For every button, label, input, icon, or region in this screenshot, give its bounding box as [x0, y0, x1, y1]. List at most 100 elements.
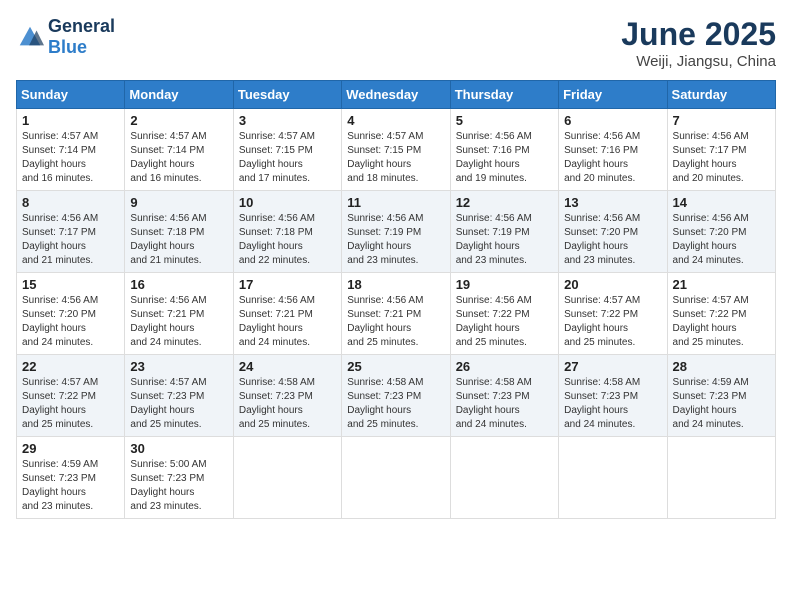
col-wednesday: Wednesday [342, 81, 450, 109]
cell-info: Sunrise: 4:57 AMSunset: 7:23 PMDaylight … [130, 376, 227, 432]
day-number: 21 [673, 277, 770, 292]
cell-info: Sunrise: 4:56 AMSunset: 7:20 PMDaylight … [22, 294, 119, 350]
table-row: 30 Sunrise: 5:00 AMSunset: 7:23 PMDayligh… [125, 437, 233, 519]
cell-info: Sunrise: 4:59 AMSunset: 7:23 PMDaylight … [22, 458, 119, 514]
table-row: 11Sunrise: 4:56 AMSunset: 7:19 PMDayligh… [342, 191, 450, 273]
day-number: 10 [239, 195, 336, 210]
day-number: 6 [564, 113, 661, 128]
table-row: 23 Sunrise: 4:57 AMSunset: 7:23 PMDayligh… [125, 355, 233, 437]
cell-info: Sunrise: 4:57 AMSunset: 7:14 PMDaylight … [22, 130, 119, 186]
logo-blue: Blue [48, 37, 87, 57]
table-row: 18 Sunrise: 4:56 AMSunset: 7:21 PMDayligh… [342, 273, 450, 355]
day-number: 15 [22, 277, 119, 292]
page-header: General Blue June 2025 Weiji, Jiangsu, C… [16, 16, 776, 70]
table-row: 28 Sunrise: 4:59 AMSunset: 7:23 PMDayligh… [667, 355, 775, 437]
table-row: 25 Sunrise: 4:58 AMSunset: 7:23 PMDayligh… [342, 355, 450, 437]
cell-info: Sunrise: 4:56 AMSunset: 7:21 PMDaylight … [239, 294, 336, 350]
logo-text: General Blue [48, 16, 115, 58]
table-row: 24 Sunrise: 4:58 AMSunset: 7:23 PMDayligh… [233, 355, 341, 437]
cell-info: Sunrise: 4:57 AMSunset: 7:22 PMDaylight … [22, 376, 119, 432]
day-number: 18 [347, 277, 444, 292]
day-number: 16 [130, 277, 227, 292]
calendar-table: Sunday Monday Tuesday Wednesday Thursday… [16, 80, 776, 519]
table-row: 17 Sunrise: 4:56 AMSunset: 7:21 PMDayligh… [233, 273, 341, 355]
table-row: 19 Sunrise: 4:56 AMSunset: 7:22 PMDayligh… [450, 273, 558, 355]
day-number: 27 [564, 359, 661, 374]
calendar-week-row: 8 Sunrise: 4:56 AMSunset: 7:17 PMDaylight… [17, 191, 776, 273]
cell-info: Sunrise: 4:56 AMSunset: 7:19 PMDaylight … [456, 212, 553, 268]
calendar-week-row: 1 Sunrise: 4:57 AMSunset: 7:14 PMDaylight… [17, 109, 776, 191]
table-row [342, 437, 450, 519]
day-number: 8 [22, 195, 119, 210]
day-number: 30 [130, 441, 227, 456]
day-number: 17 [239, 277, 336, 292]
table-row: 2 Sunrise: 4:57 AMSunset: 7:14 PMDaylight… [125, 109, 233, 191]
day-number: 26 [456, 359, 553, 374]
table-row: 12Sunrise: 4:56 AMSunset: 7:19 PMDayligh… [450, 191, 558, 273]
table-row: 13Sunrise: 4:56 AMSunset: 7:20 PMDayligh… [559, 191, 667, 273]
day-number: 25 [347, 359, 444, 374]
day-number: 23 [130, 359, 227, 374]
logo: General Blue [16, 16, 115, 58]
table-row: 14Sunrise: 4:56 AMSunset: 7:20 PMDayligh… [667, 191, 775, 273]
calendar-header-row: Sunday Monday Tuesday Wednesday Thursday… [17, 81, 776, 109]
cell-info: Sunrise: 4:58 AMSunset: 7:23 PMDaylight … [347, 376, 444, 432]
table-row: 27 Sunrise: 4:58 AMSunset: 7:23 PMDayligh… [559, 355, 667, 437]
day-number: 7 [673, 113, 770, 128]
table-row [233, 437, 341, 519]
table-row: 5 Sunrise: 4:56 AMSunset: 7:16 PMDaylight… [450, 109, 558, 191]
table-row: 1 Sunrise: 4:57 AMSunset: 7:14 PMDaylight… [17, 109, 125, 191]
table-row: 8 Sunrise: 4:56 AMSunset: 7:17 PMDaylight… [17, 191, 125, 273]
title-area: June 2025 Weiji, Jiangsu, China [621, 16, 776, 70]
cell-info: Sunrise: 4:58 AMSunset: 7:23 PMDaylight … [456, 376, 553, 432]
table-row [559, 437, 667, 519]
cell-info: Sunrise: 4:56 AMSunset: 7:22 PMDaylight … [456, 294, 553, 350]
cell-info: Sunrise: 4:56 AMSunset: 7:16 PMDaylight … [456, 130, 553, 186]
day-number: 9 [130, 195, 227, 210]
cell-info: Sunrise: 4:57 AMSunset: 7:22 PMDaylight … [673, 294, 770, 350]
table-row: 6 Sunrise: 4:56 AMSunset: 7:16 PMDaylight… [559, 109, 667, 191]
day-number: 22 [22, 359, 119, 374]
cell-info: Sunrise: 4:56 AMSunset: 7:21 PMDaylight … [347, 294, 444, 350]
table-row: 22 Sunrise: 4:57 AMSunset: 7:22 PMDayligh… [17, 355, 125, 437]
col-thursday: Thursday [450, 81, 558, 109]
table-row: 15 Sunrise: 4:56 AMSunset: 7:20 PMDayligh… [17, 273, 125, 355]
calendar-week-row: 29 Sunrise: 4:59 AMSunset: 7:23 PMDayligh… [17, 437, 776, 519]
table-row: 3 Sunrise: 4:57 AMSunset: 7:15 PMDaylight… [233, 109, 341, 191]
day-number: 20 [564, 277, 661, 292]
table-row [450, 437, 558, 519]
table-row: 10Sunrise: 4:56 AMSunset: 7:18 PMDayligh… [233, 191, 341, 273]
cell-info: Sunrise: 4:57 AMSunset: 7:14 PMDaylight … [130, 130, 227, 186]
day-number: 5 [456, 113, 553, 128]
cell-info: Sunrise: 4:58 AMSunset: 7:23 PMDaylight … [564, 376, 661, 432]
cell-info: Sunrise: 4:58 AMSunset: 7:23 PMDaylight … [239, 376, 336, 432]
day-number: 4 [347, 113, 444, 128]
cell-info: Sunrise: 5:00 AMSunset: 7:23 PMDaylight … [130, 458, 227, 514]
cell-info: Sunrise: 4:57 AMSunset: 7:22 PMDaylight … [564, 294, 661, 350]
table-row: 16Sunrise: 4:56 AMSunset: 7:21 PMDayligh… [125, 273, 233, 355]
table-row: 26 Sunrise: 4:58 AMSunset: 7:23 PMDayligh… [450, 355, 558, 437]
cell-info: Sunrise: 4:59 AMSunset: 7:23 PMDaylight … [673, 376, 770, 432]
table-row: 20 Sunrise: 4:57 AMSunset: 7:22 PMDayligh… [559, 273, 667, 355]
day-number: 1 [22, 113, 119, 128]
cell-info: Sunrise: 4:56 AMSunset: 7:20 PMDaylight … [673, 212, 770, 268]
day-number: 11 [347, 195, 444, 210]
cell-info: Sunrise: 4:56 AMSunset: 7:18 PMDaylight … [130, 212, 227, 268]
table-row: 9 Sunrise: 4:56 AMSunset: 7:18 PMDaylight… [125, 191, 233, 273]
day-number: 29 [22, 441, 119, 456]
day-number: 19 [456, 277, 553, 292]
cell-info: Sunrise: 4:56 AMSunset: 7:17 PMDaylight … [22, 212, 119, 268]
col-tuesday: Tuesday [233, 81, 341, 109]
cell-info: Sunrise: 4:56 AMSunset: 7:16 PMDaylight … [564, 130, 661, 186]
table-row [667, 437, 775, 519]
table-row: 7 Sunrise: 4:56 AMSunset: 7:17 PMDaylight… [667, 109, 775, 191]
day-number: 24 [239, 359, 336, 374]
cell-info: Sunrise: 4:57 AMSunset: 7:15 PMDaylight … [239, 130, 336, 186]
day-number: 28 [673, 359, 770, 374]
table-row: 4Sunrise: 4:57 AMSunset: 7:15 PMDaylight… [342, 109, 450, 191]
cell-info: Sunrise: 4:56 AMSunset: 7:20 PMDaylight … [564, 212, 661, 268]
day-number: 2 [130, 113, 227, 128]
cell-info: Sunrise: 4:56 AMSunset: 7:17 PMDaylight … [673, 130, 770, 186]
col-saturday: Saturday [667, 81, 775, 109]
day-number: 3 [239, 113, 336, 128]
